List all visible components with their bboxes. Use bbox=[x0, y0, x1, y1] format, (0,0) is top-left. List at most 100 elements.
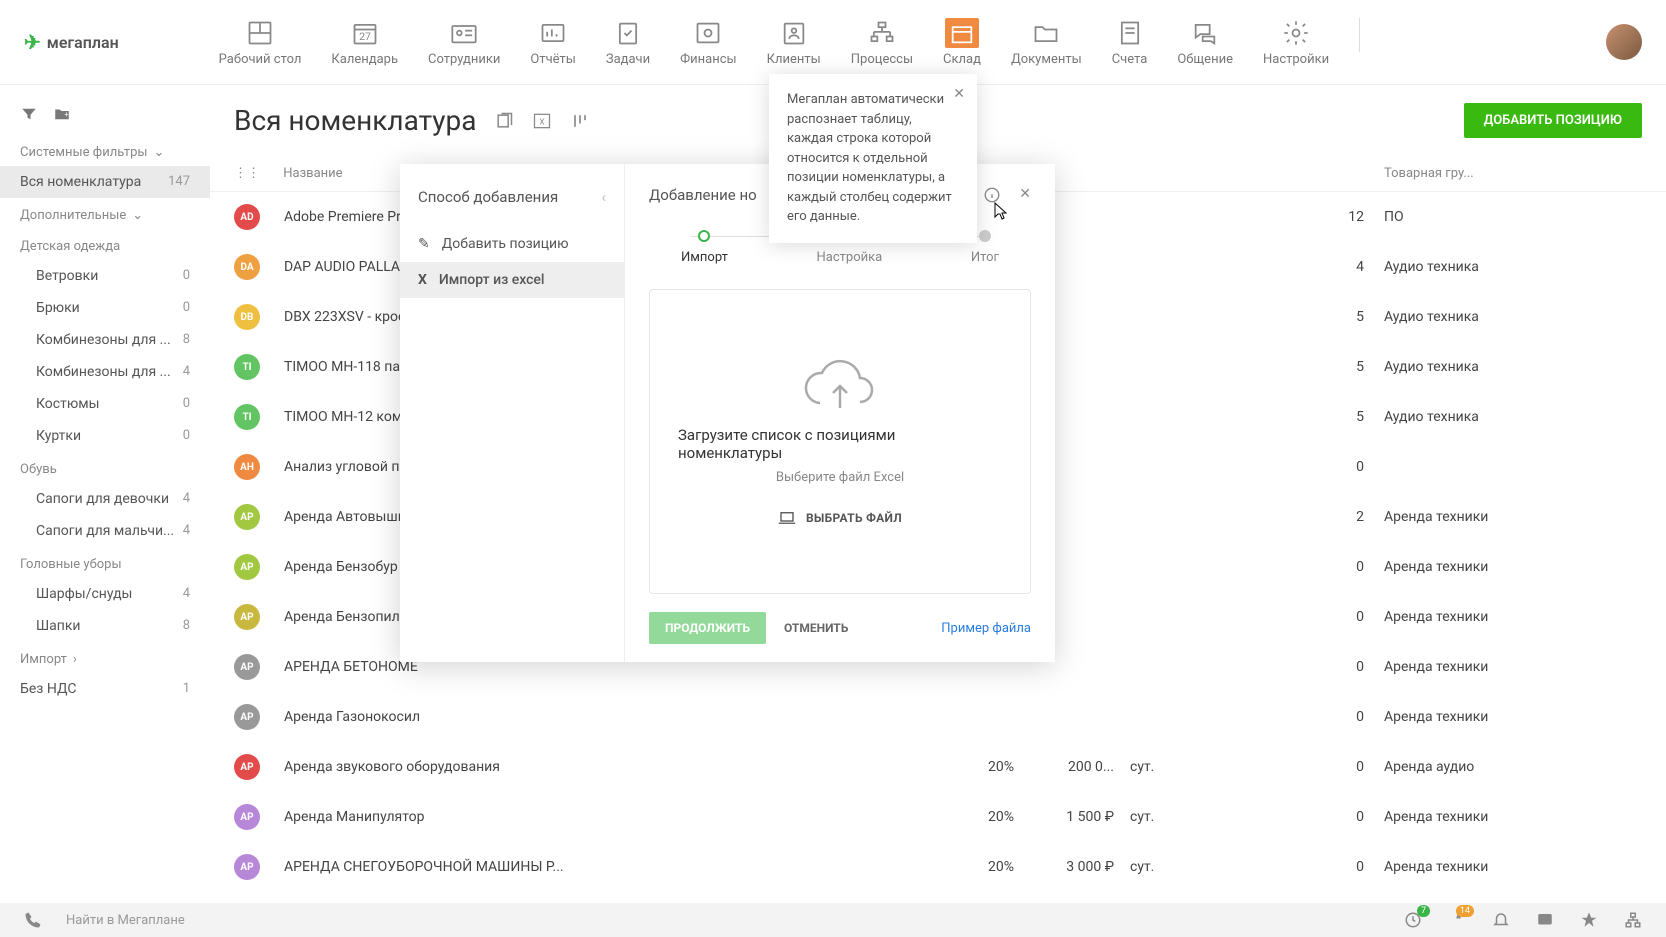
chevron-down-icon: ⌄ bbox=[132, 208, 143, 223]
id-card-icon bbox=[447, 18, 481, 48]
sidebar-item[interactable]: Костюмы0 bbox=[0, 388, 210, 420]
nav-documents[interactable]: Документы bbox=[1011, 18, 1082, 67]
nav-processes[interactable]: Процессы bbox=[851, 18, 913, 67]
upload-title: Загрузите список с позициями номенклатур… bbox=[678, 426, 1002, 462]
logo-text: мегаплан bbox=[47, 33, 119, 52]
safe-icon bbox=[691, 18, 725, 48]
modal-footer: ПРОДОЛЖИТЬ ОТМЕНИТЬ Пример файла bbox=[649, 594, 1031, 644]
nav-tasks[interactable]: Задачи bbox=[606, 18, 650, 67]
svg-text:27: 27 bbox=[359, 30, 371, 43]
phone-icon[interactable] bbox=[24, 911, 42, 929]
columns-icon[interactable] bbox=[570, 111, 590, 131]
clipboard-check-icon bbox=[611, 18, 645, 48]
flowchart-icon bbox=[865, 18, 899, 48]
chevron-down-icon: ⌄ bbox=[153, 145, 164, 160]
logo[interactable]: ✈ мегаплан bbox=[24, 30, 119, 54]
global-search[interactable]: Найти в Мегаплане bbox=[66, 913, 666, 928]
sidebar-item[interactable]: Ветровки0 bbox=[0, 260, 210, 292]
nav-clients[interactable]: Клиенты bbox=[767, 18, 821, 67]
contacts-icon bbox=[777, 18, 811, 48]
nav-warehouse[interactable]: Склад bbox=[943, 18, 981, 67]
pencil-icon: ✎ bbox=[418, 236, 430, 252]
excel-icon[interactable]: X bbox=[532, 111, 552, 131]
table-row[interactable]: АPАРЕНДА СНЕГОУБОРОЧНОЙ МАШИНЫ Р...20%3 … bbox=[210, 842, 1666, 892]
fire-notifications[interactable]: 14 bbox=[1448, 911, 1466, 929]
nav-reports[interactable]: Отчёты bbox=[530, 18, 575, 67]
table-row[interactable]: АPАренда Газонокосил0Аренда техники bbox=[210, 692, 1666, 742]
message-icon[interactable] bbox=[1536, 911, 1554, 929]
col-group-header[interactable]: Товарная гру... bbox=[1364, 166, 1642, 181]
upload-subtitle: Выберите файл Excel bbox=[776, 470, 904, 485]
nav-settings[interactable]: Настройки bbox=[1263, 18, 1329, 67]
sample-file-link[interactable]: Пример файла bbox=[941, 621, 1031, 636]
tooltip-text: Мегаплан автоматически распознает таблиц… bbox=[787, 92, 952, 224]
svg-text:X: X bbox=[540, 117, 545, 127]
drag-handle-icon[interactable]: ⋮⋮ bbox=[234, 166, 260, 181]
svg-text:+: + bbox=[64, 110, 68, 119]
continue-button[interactable]: ПРОДОЛЖИТЬ bbox=[649, 612, 766, 644]
receipt-icon bbox=[1113, 18, 1147, 48]
nav-calendar[interactable]: 27Календарь bbox=[331, 18, 398, 67]
sidebar-item[interactable]: Комбинезоны для ...4 bbox=[0, 356, 210, 388]
col-name-header[interactable]: Название bbox=[283, 166, 342, 181]
sidebar-item[interactable]: Сапоги для девочки4 bbox=[0, 483, 210, 515]
sidebar-item[interactable]: Комбинезоны для ...8 bbox=[0, 324, 210, 356]
laptop-icon bbox=[778, 511, 796, 525]
folder-icon bbox=[1029, 18, 1063, 48]
calendar-icon: 27 bbox=[348, 18, 382, 48]
sb-all-nomenclature[interactable]: Вся номенклатура147 bbox=[0, 166, 210, 198]
tooltip-close-icon[interactable]: ✕ bbox=[953, 84, 965, 105]
sb-no-vat[interactable]: Без НДС1 bbox=[0, 673, 210, 705]
sb-kids-clothes[interactable]: Детская одежда bbox=[0, 229, 210, 260]
sitemap-icon[interactable] bbox=[1624, 911, 1642, 929]
bell-icon[interactable] bbox=[1492, 911, 1510, 929]
nav-desktop[interactable]: Рабочий стол bbox=[219, 18, 302, 67]
chat-icon bbox=[1188, 18, 1222, 48]
modal-side-title: Способ добавления ‹ bbox=[400, 184, 624, 226]
box-icon bbox=[945, 18, 979, 48]
add-position-button[interactable]: ДОБАВИТЬ ПОЗИЦИЮ bbox=[1464, 103, 1642, 138]
info-icon[interactable] bbox=[983, 186, 1001, 204]
chevron-right-icon: › bbox=[73, 652, 77, 667]
table-row[interactable]: АPАренда звукового оборудования20%200 0.… bbox=[210, 742, 1666, 792]
table-row[interactable]: АPАренда Манипулятор20%1 500 ₽сут.0Аренд… bbox=[210, 792, 1666, 842]
modal-sidebar: Способ добавления ‹ ✎ Добавить позицию X… bbox=[400, 164, 625, 662]
sidebar: + Системные фильтры⌄ Вся номенклатура147… bbox=[0, 85, 210, 903]
close-icon[interactable]: ✕ bbox=[1019, 186, 1031, 204]
chevron-left-icon[interactable]: ‹ bbox=[601, 188, 606, 206]
upload-dropzone[interactable]: Загрузите список с позициями номенклатур… bbox=[649, 289, 1031, 594]
sb-system-filters[interactable]: Системные фильтры⌄ bbox=[0, 135, 210, 166]
sidebar-item[interactable]: Брюки0 bbox=[0, 292, 210, 324]
sidebar-item[interactable]: Шапки8 bbox=[0, 610, 210, 642]
nav-employees[interactable]: Сотрудники bbox=[428, 18, 500, 67]
nav-chat[interactable]: Общение bbox=[1177, 18, 1233, 67]
nav-invoices[interactable]: Счета bbox=[1112, 18, 1148, 67]
star-icon[interactable] bbox=[1580, 911, 1598, 929]
choose-file-button[interactable]: ВЫБРАТЬ ФАЙЛ bbox=[778, 511, 902, 525]
grid-icon bbox=[243, 18, 277, 48]
clock-notifications[interactable]: 7 bbox=[1404, 911, 1422, 929]
sidebar-item[interactable]: Куртки0 bbox=[0, 420, 210, 452]
modal-title: Добавление но bbox=[649, 186, 757, 204]
sb-shoes[interactable]: Обувь bbox=[0, 452, 210, 483]
cloud-upload-icon bbox=[800, 358, 880, 418]
sidebar-item[interactable]: Сапоги для мальчи...4 bbox=[0, 515, 210, 547]
sb-hats[interactable]: Головные уборы bbox=[0, 547, 210, 578]
cancel-button[interactable]: ОТМЕНИТЬ bbox=[784, 621, 848, 635]
sb-import[interactable]: Импорт› bbox=[0, 642, 210, 673]
nav-separator bbox=[1359, 18, 1360, 52]
user-avatar[interactable] bbox=[1606, 24, 1642, 60]
add-folder-icon[interactable]: + bbox=[52, 105, 72, 123]
option-add-position[interactable]: ✎ Добавить позицию bbox=[400, 226, 624, 262]
sidebar-item[interactable]: Шарфы/снуды4 bbox=[0, 578, 210, 610]
help-tooltip: ✕ Мегаплан автоматически распознает табл… bbox=[769, 74, 977, 243]
option-import-excel[interactable]: X Импорт из excel bbox=[400, 262, 624, 298]
filter-icon[interactable] bbox=[20, 105, 38, 123]
logo-icon: ✈ bbox=[24, 30, 41, 54]
nav-finance[interactable]: Финансы bbox=[680, 18, 737, 67]
table-row[interactable]: АP20%700 ₽сут.0Аренда техники bbox=[210, 892, 1666, 903]
nav: Рабочий стол 27Календарь Сотрудники Отчё… bbox=[219, 18, 1606, 67]
duplicate-icon[interactable] bbox=[494, 111, 514, 131]
page-title: Вся номенклатура bbox=[234, 104, 476, 137]
sb-additional[interactable]: Дополнительные⌄ bbox=[0, 198, 210, 229]
